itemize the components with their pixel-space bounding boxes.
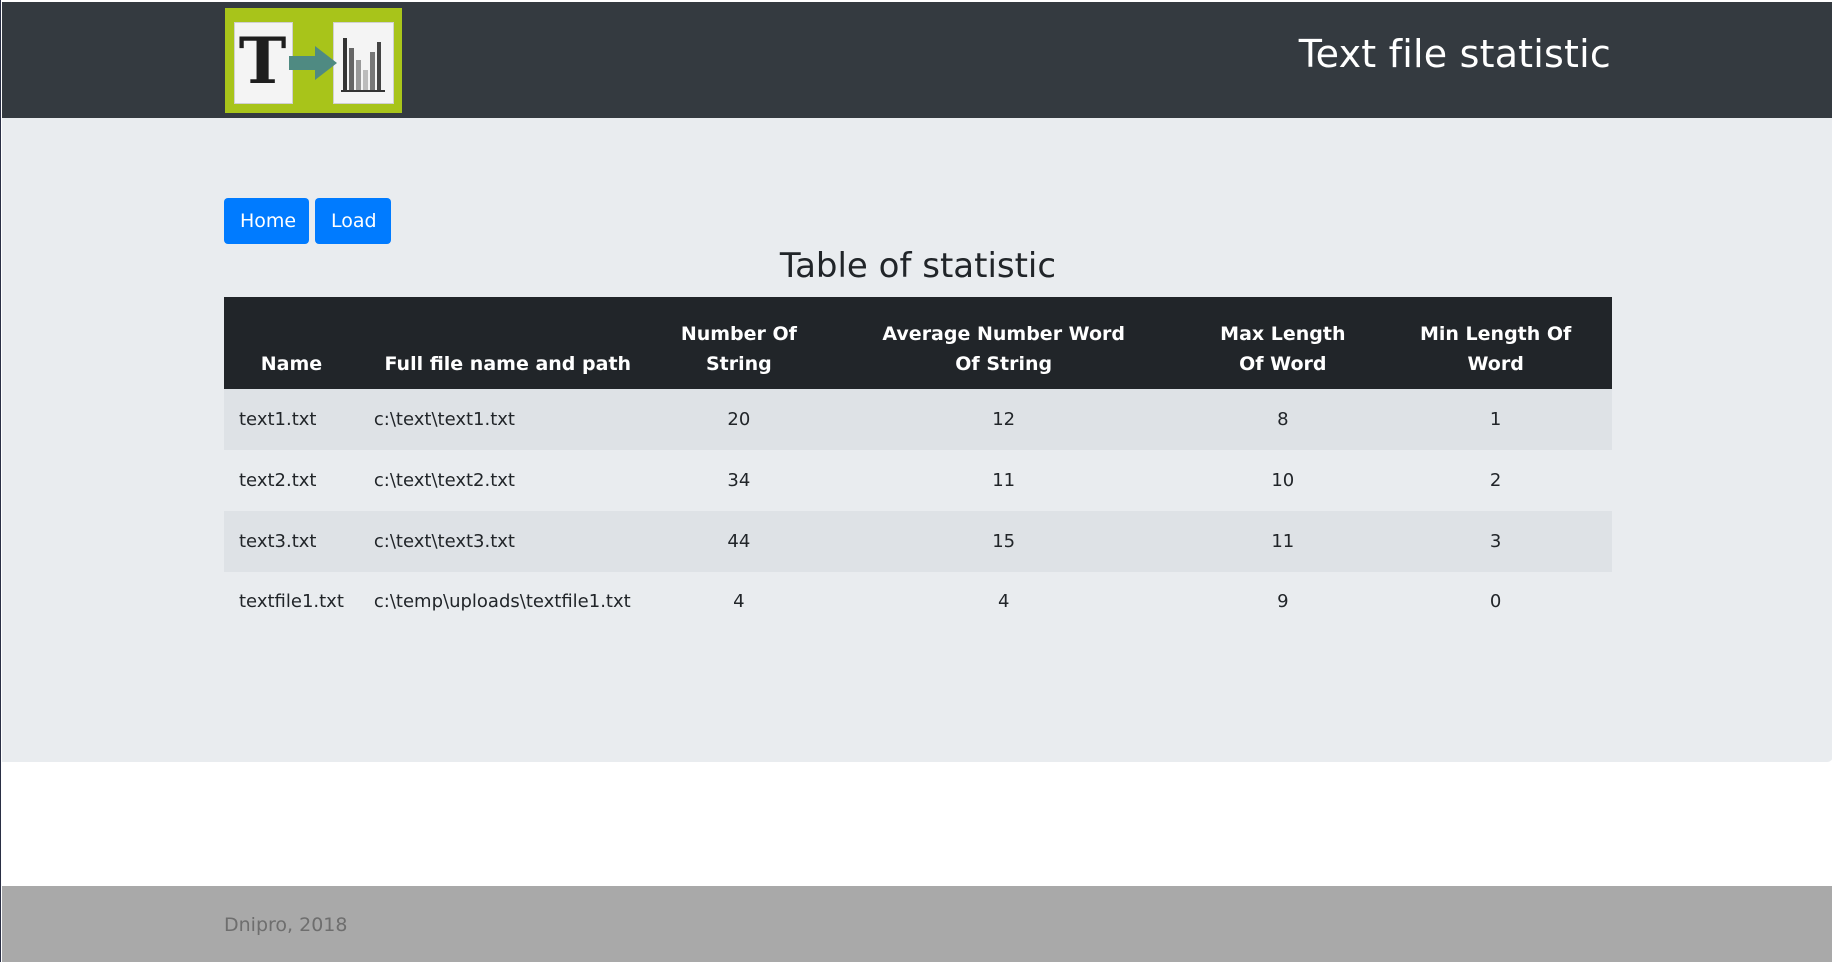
- text-to-chart-logo-icon[interactable]: T: [225, 8, 402, 113]
- main-content: Home Load Table of statistic Name Full f…: [2, 118, 1832, 762]
- site-header: T Text file statistic: [2, 2, 1832, 118]
- column-header-min-length: Min Length Of Word: [1379, 297, 1612, 389]
- footer-text: Dnipro, 2018: [224, 914, 348, 936]
- cell-max-length: 8: [1186, 389, 1380, 450]
- column-header-max-length: Max Length Of Word: [1186, 297, 1380, 389]
- table-row[interactable]: text2.txt c:\text\text2.txt 34 11 10 2: [224, 450, 1612, 511]
- statistics-table: Name Full file name and path Number Of S…: [224, 297, 1612, 654]
- site-footer: Dnipro, 2018: [2, 886, 1832, 962]
- cell-number-of-string: 44: [656, 511, 822, 572]
- cell-name: text3.txt: [224, 511, 359, 572]
- logo-arrow-and-bars-icon: [289, 38, 385, 92]
- page: T Text file statistic Home Load Table of…: [0, 0, 1832, 962]
- table-row[interactable]: text3.txt c:\text\text3.txt 44 15 11 3: [224, 511, 1612, 572]
- column-header-path: Full file name and path: [358, 297, 657, 389]
- cell-max-length: 9: [1277, 591, 1289, 612]
- cell-number-of-string: 4: [733, 591, 745, 612]
- cell-average-words: 11: [992, 469, 1016, 491]
- cell-max-length: 10: [1271, 469, 1295, 491]
- cell-min-length: 1: [1379, 389, 1612, 450]
- cell-average-words: 4: [997, 591, 1010, 612]
- column-header-name: Name: [224, 297, 359, 389]
- site-title: Text file statistic: [1298, 32, 1611, 76]
- cell-path: c:\text\text2.txt: [373, 469, 515, 491]
- home-button[interactable]: Home: [224, 198, 309, 244]
- cell-name: text1.txt: [224, 389, 359, 450]
- cell-max-length: 11: [1186, 511, 1380, 572]
- cell-path: c:\temp\uploads\textfile1.txt: [373, 591, 631, 612]
- cell-average-words: 12: [821, 389, 1187, 450]
- cell-name: text2.txt: [239, 469, 317, 491]
- cell-name: textfile1.txt: [239, 591, 344, 612]
- cell-min-length: 3: [1379, 511, 1612, 572]
- cell-min-length: 0: [1489, 591, 1502, 612]
- table-row[interactable]: text1.txt c:\text\text1.txt 20 12 8 1: [224, 389, 1612, 450]
- cell-path: c:\text\text3.txt: [358, 511, 657, 572]
- table-row[interactable]: textfile1.txt c:\temp\uploads\textfile1.…: [224, 572, 1612, 654]
- cell-path: c:\text\text1.txt: [358, 389, 657, 450]
- column-header-number-of-string: Number Of String: [656, 297, 822, 389]
- table-title: Table of statistic: [779, 246, 1057, 286]
- cell-number-of-string: 34: [727, 469, 751, 491]
- table-header-row: Name Full file name and path Number Of S…: [224, 297, 1612, 389]
- cell-min-length: 2: [1489, 469, 1502, 491]
- cell-number-of-string: 20: [656, 389, 822, 450]
- column-header-average-words: Average Number Word Of String: [821, 297, 1187, 389]
- cell-average-words: 15: [821, 511, 1187, 572]
- load-button[interactable]: Load: [315, 198, 391, 244]
